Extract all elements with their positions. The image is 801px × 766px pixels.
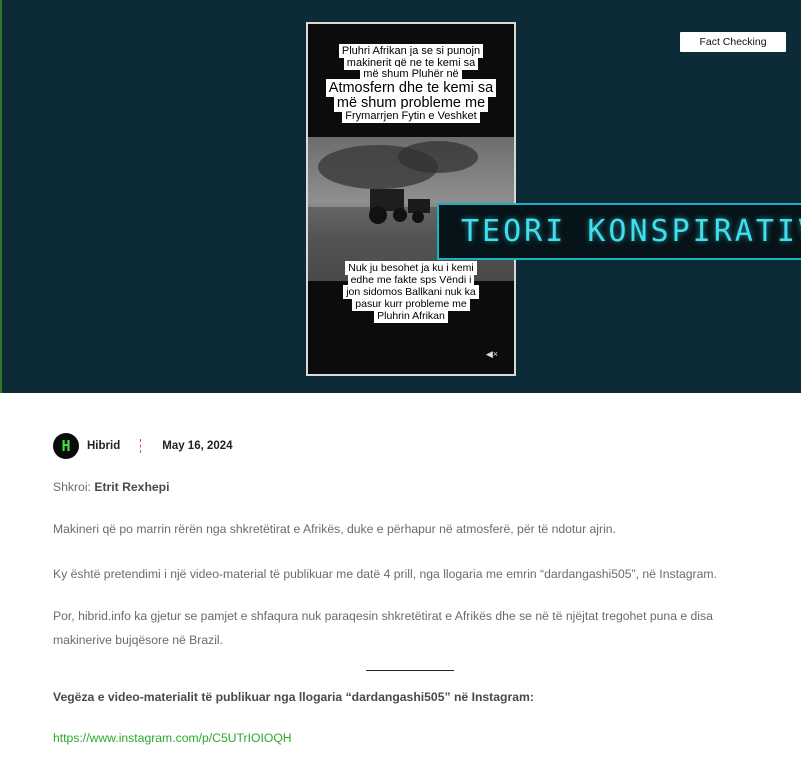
conspiracy-banner: TEORI KONSPIRATIVE <box>437 203 801 260</box>
byline-label: Shkroi: <box>53 480 91 494</box>
paragraph-3: Por, hibrid.info ka gjetur se pamjet e s… <box>53 609 713 647</box>
caption-line: Frymarrjen Fytin e Veshket <box>342 109 480 124</box>
post-meta: H Hibrid May 16, 2024 <box>53 433 233 459</box>
post-date: May 16, 2024 <box>162 440 233 452</box>
featured-image: Fact Checking Pluhri Afrikan ja se si pu… <box>0 0 801 393</box>
byline: Shkroi: Etrit Rexhepi <box>53 475 773 499</box>
instagram-link[interactable]: https://www.instagram.com/p/C5UTrIOIOQH <box>53 731 292 745</box>
divider <box>366 670 454 671</box>
caption-bottom: Nuk ju besohet ja ku i kemi edhe me fakt… <box>308 261 514 324</box>
author-avatar[interactable]: H <box>53 433 79 459</box>
video-screenshot: Pluhri Afrikan ja se si punojn makinerit… <box>306 22 516 376</box>
instagram-link-row: https://www.instagram.com/p/C5UTrIOIOQH <box>53 726 773 750</box>
category-badge[interactable]: Fact Checking <box>680 32 786 52</box>
caption-line: Pluhrin Afrikan <box>374 309 448 324</box>
mute-icon: ◀× <box>485 349 498 359</box>
meta-separator <box>140 439 142 453</box>
byline-author: Etrit Rexhepi <box>94 480 170 494</box>
caption-top: Pluhri Afrikan ja se si punojn makinerit… <box>308 44 514 124</box>
author-name[interactable]: Hibrid <box>87 440 120 452</box>
link-heading-text: Vegëza e video-materialit të publikuar n… <box>53 690 534 704</box>
paragraph-1: Makineri që po marrin rërën nga shkretët… <box>53 522 616 536</box>
link-heading: Vegëza e video-materialit të publikuar n… <box>53 685 773 709</box>
paragraph-2: Ky është pretendimi i një video-material… <box>53 567 717 581</box>
